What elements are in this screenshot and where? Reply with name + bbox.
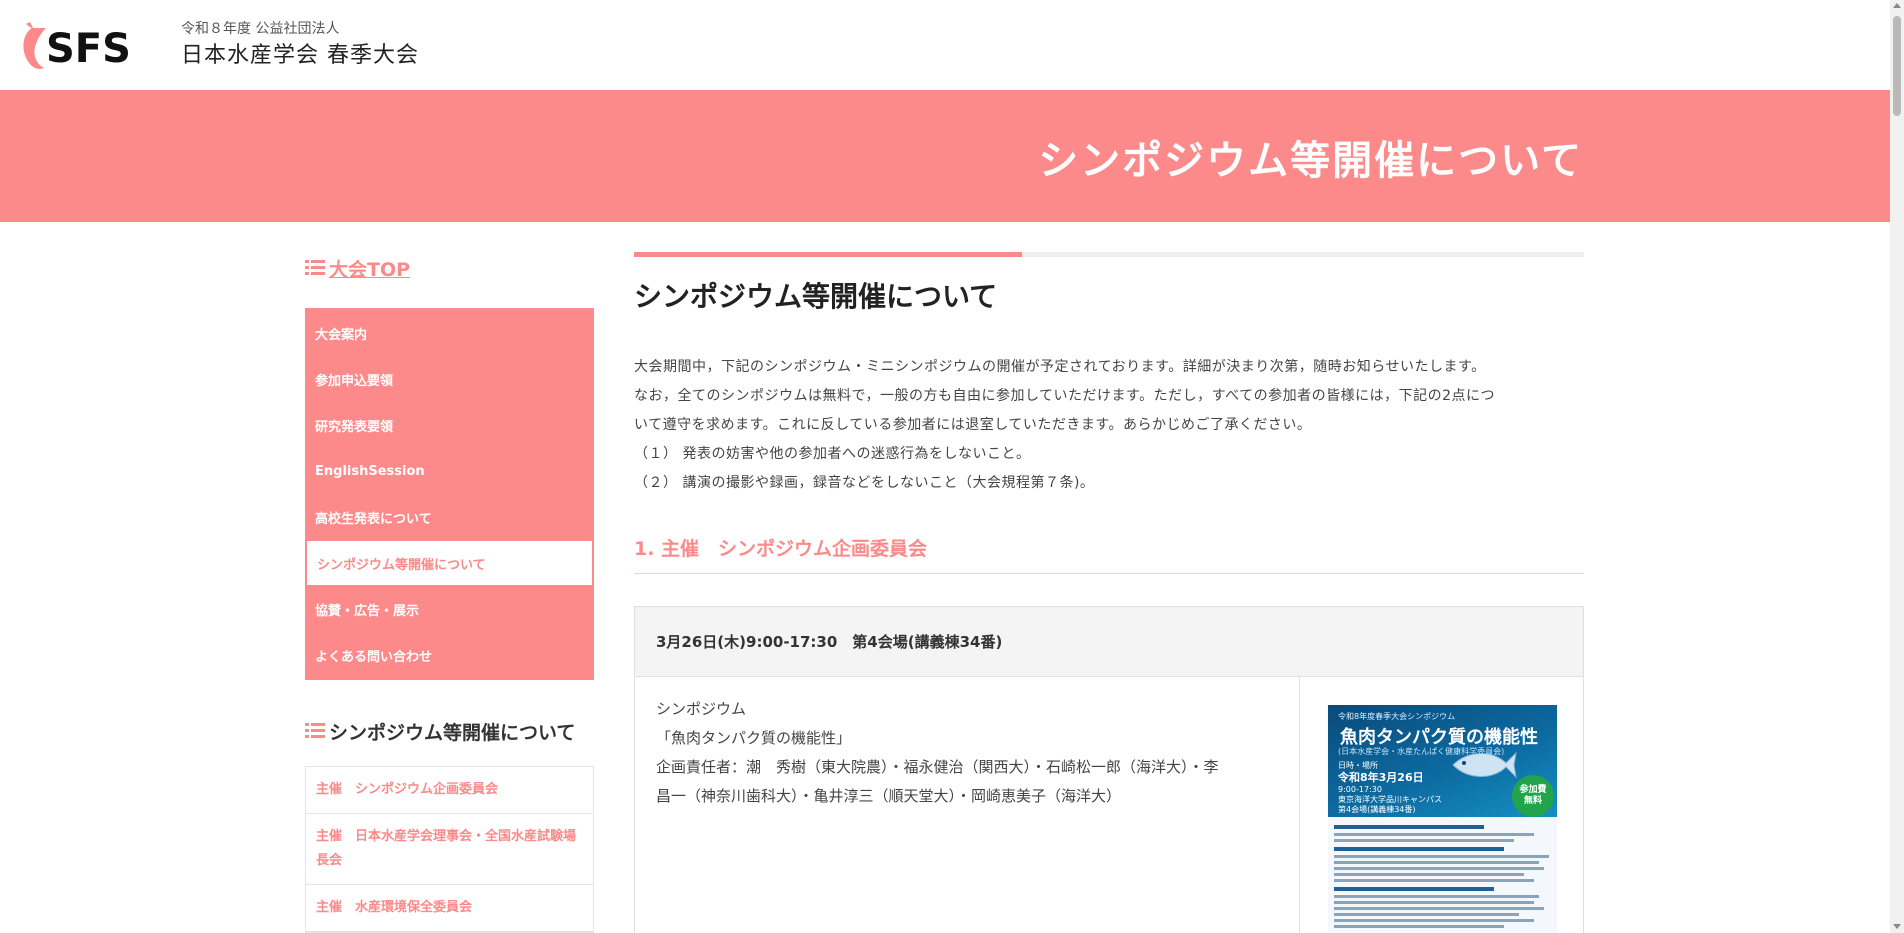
sidebar-item-presentation[interactable]: 研究発表要領	[305, 402, 594, 448]
poster-venue1: 東京海洋大学品川キャンパス	[1338, 795, 1442, 804]
section-heading: 1. 主催 シンポジウム企画委員会	[634, 534, 1584, 574]
scroll-up-arrow-icon[interactable]	[1893, 3, 1901, 8]
intro-text: 大会期間中，下記のシンポジウム・ミニシンポジウムの開催が予定されております。詳細…	[634, 353, 1584, 498]
main-content: シンポジウム等開催について 大会期間中，下記のシンポジウム・ミニシンポジウムの開…	[634, 252, 1584, 933]
symposium-organizers: 企画責任者：潮 秀樹（東大院農）・福永健治（関西大）・石崎松一郎（海洋大）・李	[656, 758, 1219, 776]
sidebar-item-registration[interactable]: 参加申込要領	[305, 356, 594, 402]
scroll-thumb[interactable]	[1893, 16, 1901, 116]
poster-date-label: 日時・場所	[1338, 761, 1378, 770]
logo-text: SFS	[46, 26, 131, 72]
sfs-logo[interactable]: SFS	[18, 20, 158, 72]
symposium-type: シンポジウム	[656, 700, 747, 718]
top-link[interactable]: 大会TOP	[305, 252, 594, 284]
subnav-item-board[interactable]: 主催 日本水産学会理事会・全国水産試験場長会	[306, 814, 593, 885]
poster-venue2: 第4会場(講義棟34番)	[1338, 805, 1416, 814]
intro-line: （２） 講演の撮影や録画，録音などをしないこと（大会規程第７条)。	[634, 475, 1095, 491]
symposium-details: シンポジウム 「魚肉タンパク質の機能性」 企画責任者：潮 秀樹（東大院農）・福永…	[635, 677, 1300, 933]
sidebar-item-faq[interactable]: よくある問い合わせ	[305, 632, 594, 678]
list-icon	[305, 260, 325, 276]
sidebar-item-sponsors[interactable]: 協賛・広告・展示	[305, 586, 594, 632]
intro-line: （１） 発表の妨害や他の参加者への迷惑行為をしないこと。	[634, 446, 1031, 462]
page-title: シンポジウム等開催について	[634, 280, 998, 313]
sidebar-item-english-session[interactable]: EnglishSession	[305, 448, 594, 494]
symposium-date: 3月26日(木)9:00-17:30 第4会場(講義棟34番)	[635, 607, 1583, 677]
symposium-card: 3月26日(木)9:00-17:30 第4会場(講義棟34番) シンポジウム 「…	[634, 606, 1584, 933]
fish-icon	[1452, 751, 1517, 779]
free-badge: 参加費 無料	[1512, 775, 1554, 817]
poster-time: 9:00-17:30	[1338, 785, 1382, 794]
intro-line: 大会期間中，下記のシンポジウム・ミニシンポジウムの開催が予定されております。詳細…	[634, 359, 1486, 375]
sidebar-section-heading: シンポジウム等開催について	[305, 716, 594, 746]
list-icon	[305, 723, 325, 739]
sidebar: 大会TOP 大会案内 参加申込要領 研究発表要領 EnglishSession …	[305, 252, 594, 933]
page-banner: シンポジウム等開催について	[0, 90, 1890, 222]
sidebar-item-guide[interactable]: 大会案内	[305, 310, 594, 356]
subnav-item-symposium-committee[interactable]: 主催 シンポジウム企画委員会	[306, 767, 593, 814]
page-scrollbar[interactable]	[1890, 0, 1904, 933]
scroll-down-arrow-icon[interactable]	[1893, 924, 1901, 929]
title-accent-bar	[634, 252, 1584, 257]
top-link-label[interactable]: 大会TOP	[329, 255, 410, 282]
sidebar-item-symposium[interactable]: シンポジウム等開催について	[306, 540, 593, 586]
poster-small-text: 令和8年度春季大会シンポジウム	[1338, 712, 1456, 721]
poster-date: 令和8年3月26日	[1338, 771, 1424, 784]
symposium-poster[interactable]: 令和8年度春季大会シンポジウム 魚肉タンパク質の機能性 (日本水産学会・水産たん…	[1328, 705, 1557, 933]
sidebar-nav: 大会案内 参加申込要領 研究発表要領 EnglishSession 高校生発表に…	[305, 308, 594, 680]
site-subtitle: 令和８年度 公益社団法人	[181, 21, 340, 37]
site-title[interactable]: 日本水産学会 春季大会	[181, 37, 419, 69]
symposium-organizers-cont: 昌一（神奈川歯科大）・亀井淳三（順天堂大）・岡崎恵美子（海洋大）	[656, 787, 1122, 805]
intro-line: なお，全てのシンポジウムは無料で，一般の方も自由に参加していただけます。ただし，…	[634, 388, 1495, 404]
symposium-title: 「魚肉タンパク質の機能性」	[656, 729, 852, 747]
sidebar-section-heading-label: シンポジウム等開催について	[329, 721, 576, 744]
sidebar-subnav: 主催 シンポジウム企画委員会 主催 日本水産学会理事会・全国水産試験場長会 主催…	[305, 766, 594, 933]
sidebar-item-high-school[interactable]: 高校生発表について	[305, 494, 594, 540]
intro-line: いて遵守を求めます。これに反している参加者には退室していただきます。あらかじめご…	[634, 417, 1312, 433]
banner-title: シンポジウム等開催について	[1038, 137, 1583, 184]
subnav-item-environment[interactable]: 主催 水産環境保全委員会	[306, 885, 593, 932]
site-header: SFS 令和８年度 公益社団法人 日本水産学会 春季大会	[0, 0, 1890, 90]
